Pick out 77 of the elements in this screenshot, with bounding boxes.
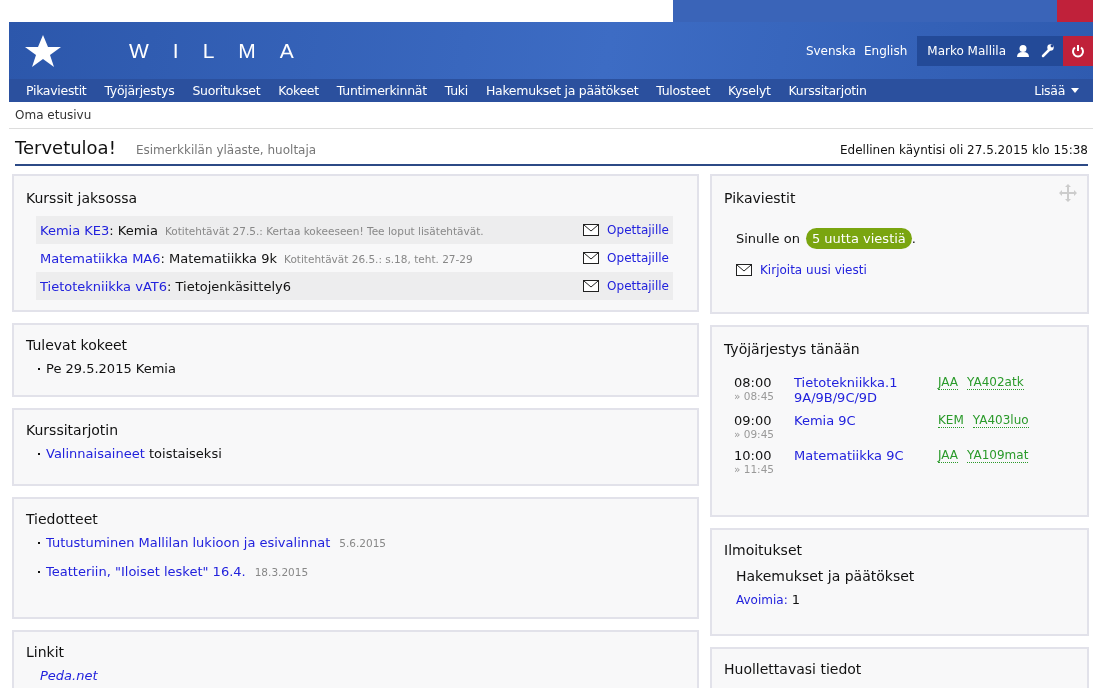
lesson-link[interactable]: 9A/9B/9C/9D [794,390,938,405]
power-icon [1071,43,1085,58]
panel-title: Tiedotteet [26,511,98,527]
nav-link[interactable]: Tuntimerkinnät [327,83,436,98]
more-menu-button[interactable]: Lisää [1025,83,1093,98]
end-time: » 11:45 [734,463,776,475]
nav-link[interactable]: Suoritukset [183,83,270,98]
open-count: 1 [791,592,801,607]
panel-title: Kurssitarjotin [26,422,119,438]
teachers-message-link[interactable]: Opettajille [607,279,669,293]
nav-link[interactable]: Kyselyt [719,83,780,98]
envelope-icon [736,264,752,276]
panel-title: Pikaviestit [724,190,796,206]
messages-text: Sinulle on [736,231,800,246]
nav-link[interactable]: Kurssitarjotin [779,83,876,98]
panel-title: Tulevat kokeet [26,337,128,353]
teachers-message-link[interactable]: Opettajille [607,251,669,265]
nav-link[interactable]: Kokeet [269,83,328,98]
user-name: Marko Mallila [927,43,1006,58]
caret-icon [1071,88,1079,93]
offering-note: toistaiseksi [148,446,222,461]
room-code[interactable]: YA109mat [967,448,1029,463]
announcement-date: 5.6.2015 [339,536,387,549]
panel-title: Työjärjestys tänään [724,341,860,357]
external-link[interactable]: Peda.net [40,668,98,683]
lesson-link[interactable]: Matematiikka 9C [794,448,938,463]
panel-title: Linkit [26,644,65,660]
nav-link[interactable]: Hakemukset ja päätökset [476,83,648,98]
language-link[interactable]: English [863,43,908,58]
announcement-link[interactable]: Teatteriin, "Iloiset lesket" 16.4. [46,564,246,579]
nav-link[interactable]: Tuki [435,83,477,98]
course-link[interactable]: Matematiikka MA6 [40,250,161,266]
nav-link[interactable]: Pikaviestit [17,83,96,98]
nav-link[interactable]: Tulosteet [647,83,719,98]
room-code[interactable]: YA402atk [967,375,1024,390]
announcement-date: 18.3.2015 [254,565,309,578]
teachers-message-link[interactable]: Opettajille [607,223,669,237]
start-time: 09:00 [734,413,773,428]
course-name: : Kemia [109,222,158,238]
language-link[interactable]: Svenska [805,43,856,58]
lesson-link[interactable]: Tietotekniikka.1 [794,375,938,390]
offering-link[interactable]: Valinnaisaineet [46,446,145,461]
start-time: 10:00 [734,448,773,463]
announcement-link[interactable]: Tutustuminen Mallilan lukioon ja esivalinnat [46,535,331,550]
end-time: » 09:45 [734,428,776,440]
teacher-code[interactable]: JAA [938,448,959,463]
end-time: » 08:45 [734,390,776,402]
panel-title: Ilmoitukset [724,542,802,558]
panel-title: Kurssit jaksossa [26,190,138,206]
compose-message-link[interactable]: Kirjoita uusi viesti [760,263,867,277]
envelope-icon [583,224,600,236]
wrench-icon[interactable] [1040,43,1055,58]
logout-button[interactable] [1063,35,1093,66]
user-icon[interactable] [1016,43,1030,58]
envelope-icon [583,252,600,264]
last-visit-text: Edellinen käyntisi oli 27.5.2015 klo 15:38 [840,143,1088,157]
breadcrumb: Oma etusivu [9,102,1093,129]
punctuation: . [911,231,916,246]
start-time: 08:00 [734,375,773,390]
course-link[interactable]: Tietotekniikka vAT6 [40,278,167,294]
envelope-icon [583,280,600,292]
lesson-link[interactable]: Kemia 9C [794,413,938,428]
course-name: : Tietojenkäsittely6 [167,278,291,294]
page-subtitle: Esimerkkilän yläaste, huoltaja [135,143,317,157]
teacher-code[interactable]: KEM [938,413,964,428]
page-title: Tervetuloa! [15,137,116,158]
app-logo-text: WILMA [129,38,318,63]
homework-note: Kotitehtävät 26.5.: s.18, teht. 27-29 [284,252,473,265]
open-applications-link[interactable]: Avoimia: [736,593,788,607]
notice-heading: Hakemukset ja päätökset [736,568,916,584]
room-code[interactable]: YA403luo [972,413,1029,428]
homework-note: Kotitehtävät 27.5.: Kertaa kokeeseen! Tee loput lisätehtävät. [164,224,484,237]
nav-link[interactable]: Työjärjestys [95,83,184,98]
panel-title: Huollettavasi tiedot [724,661,862,677]
teacher-code[interactable]: JAA [938,375,959,390]
course-name: : Matematiikka 9k [160,250,277,266]
exam-item: Pe 29.5.2015 Kemia [46,361,176,376]
